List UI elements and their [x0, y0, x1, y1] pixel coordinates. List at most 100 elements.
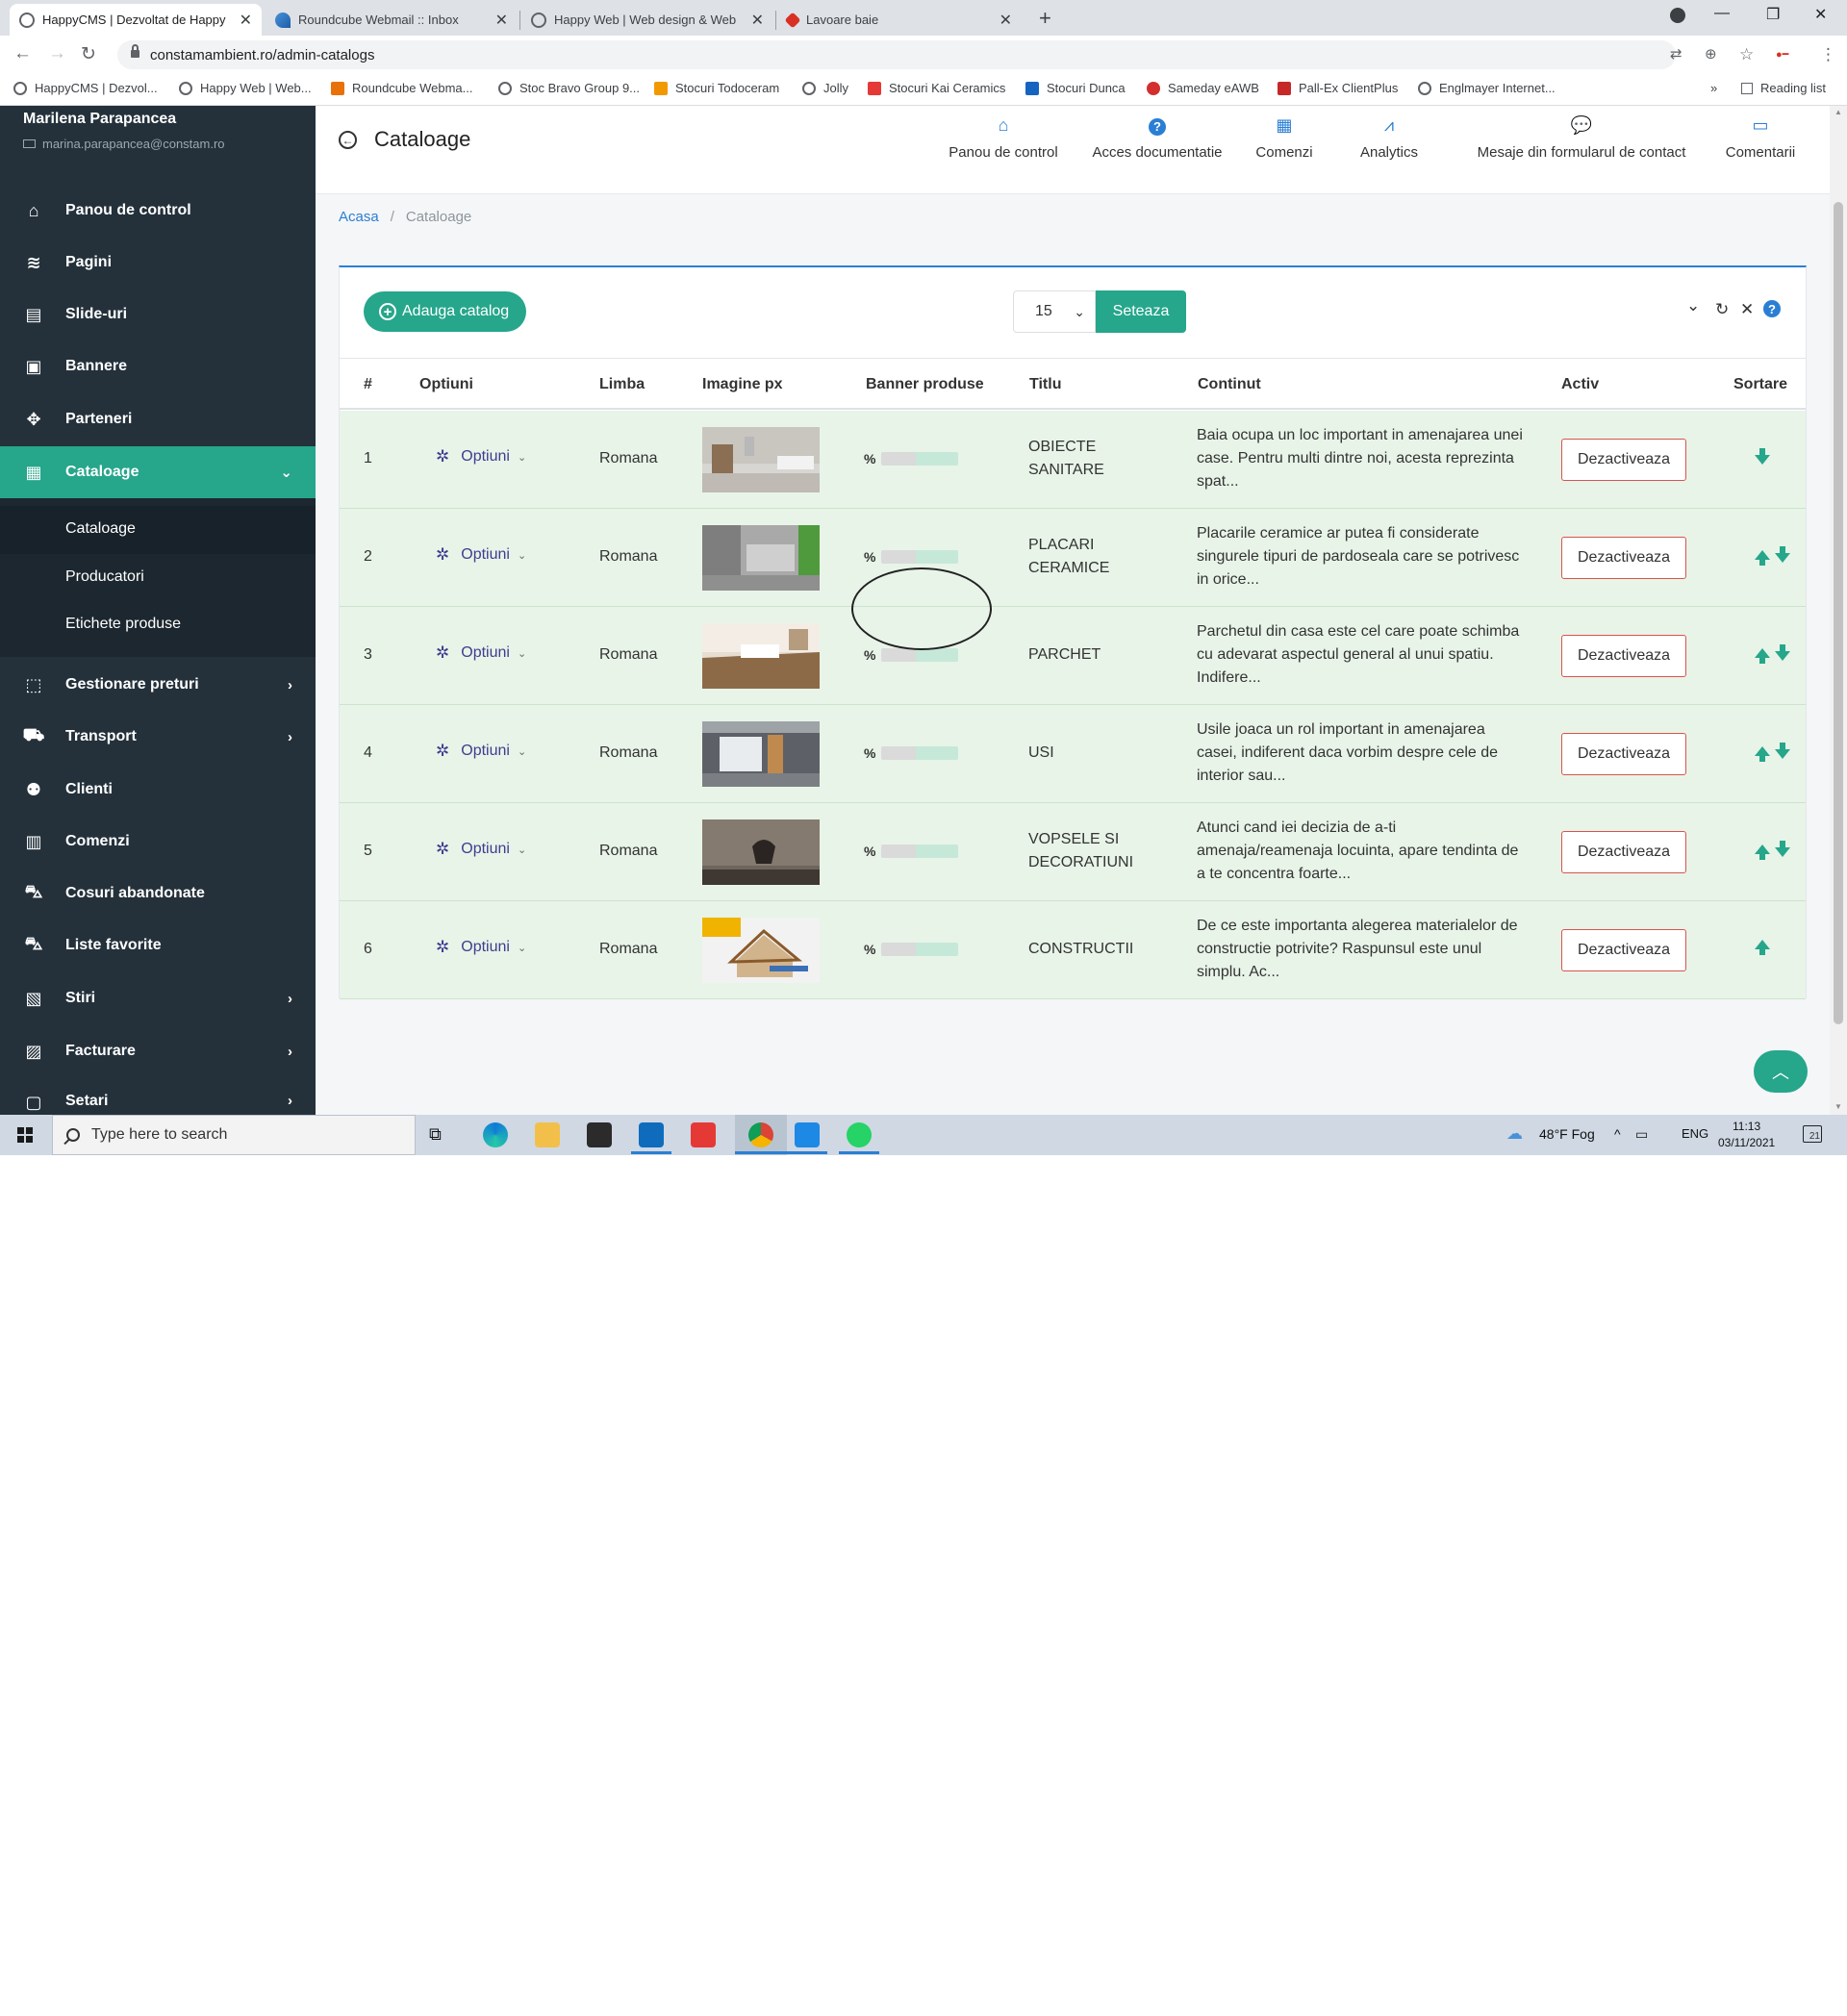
per-page-select[interactable]: 15 ⌄: [1013, 290, 1096, 333]
sort-down-arrow-icon[interactable]: [1755, 448, 1770, 465]
bookmark-item[interactable]: Stocuri Todoceram: [654, 81, 779, 95]
sidebar-item-bannere[interactable]: ▣ Bannere: [0, 340, 316, 392]
bookmark-item[interactable]: Stoc Bravo Group 9...: [498, 81, 640, 95]
close-icon[interactable]: ✕: [1740, 300, 1754, 319]
scroll-up-arrow-icon[interactable]: ▲: [1834, 108, 1842, 116]
more-menu-icon[interactable]: ⋮: [1820, 45, 1836, 64]
options-dropdown[interactable]: ✲ Optiuni ⌄: [436, 545, 526, 565]
quick-link-comenzi[interactable]: ▦ Comenzi: [1251, 115, 1318, 161]
edge-icon[interactable]: [483, 1122, 508, 1147]
weather-text[interactable]: 48°F Fog: [1539, 1126, 1595, 1142]
cloud-weather-icon[interactable]: ☁: [1506, 1124, 1523, 1144]
refresh-icon[interactable]: ↻: [1715, 300, 1729, 319]
bookmark-item[interactable]: Englmayer Internet...: [1418, 81, 1556, 95]
restore-icon[interactable]: ❐: [1766, 5, 1780, 24]
sort-down-arrow-icon[interactable]: [1775, 546, 1790, 563]
submenu-item-producatori[interactable]: Producatori: [65, 568, 144, 586]
forward-icon[interactable]: →: [48, 43, 66, 64]
sidebar-item-liste-favorite[interactable]: ⛍ Liste favorite: [0, 920, 316, 971]
more-bookmarks-button[interactable]: »: [1710, 81, 1717, 95]
sort-down-arrow-icon[interactable]: [1775, 644, 1790, 661]
sidebar-item-slide-uri[interactable]: ▤ Slide-uri: [0, 289, 316, 340]
bookmark-item[interactable]: Jolly: [802, 81, 848, 95]
breadcrumb-home-link[interactable]: Acasa: [339, 209, 379, 225]
sidebar-item-setari[interactable]: ▢ Setari ›: [0, 1077, 316, 1115]
deactivate-button[interactable]: Dezactiveaza: [1561, 439, 1686, 481]
tab-roundcube[interactable]: Roundcube Webmail :: Inbox ✕: [266, 4, 518, 36]
store-icon[interactable]: [587, 1122, 612, 1147]
bookmark-item[interactable]: Stocuri Kai Ceramics: [868, 81, 1005, 95]
sidebar-item-clienti[interactable]: ⚉ Clienti: [0, 764, 316, 816]
scrollbar-thumb[interactable]: [1834, 202, 1843, 1024]
minimize-icon[interactable]: —: [1714, 5, 1730, 22]
tab-lavoare-baie[interactable]: Lavoare baie ✕: [777, 4, 1022, 36]
submenu-item-cataloage[interactable]: Cataloage: [65, 520, 136, 538]
options-dropdown[interactable]: ✲ Optiuni ⌄: [436, 643, 526, 663]
quick-link-acces-documentatie[interactable]: ? Acces documentatie: [1085, 115, 1229, 161]
sort-up-arrow-icon[interactable]: [1755, 648, 1770, 664]
sidebar-item-cataloage[interactable]: ▦ Cataloage ⌄: [0, 446, 316, 498]
back-arrow-icon[interactable]: ←: [339, 131, 357, 149]
options-dropdown[interactable]: ✲ Optiuni ⌄: [436, 840, 526, 859]
deactivate-button[interactable]: Dezactiveaza: [1561, 537, 1686, 579]
options-dropdown[interactable]: ✲ Optiuni ⌄: [436, 447, 526, 466]
help-icon[interactable]: ?: [1763, 300, 1781, 317]
sort-up-arrow-icon[interactable]: [1755, 844, 1770, 860]
collapse-chevron-icon[interactable]: ⌄: [1686, 296, 1700, 315]
quick-link-mesaje[interactable]: 💬 Mesaje din formularul de contact: [1456, 115, 1707, 161]
sidebar-item-gestionare-preturi[interactable]: ⬚ Gestionare preturi ›: [0, 659, 316, 711]
anydesk-icon[interactable]: [691, 1122, 716, 1147]
tray-overflow-icon[interactable]: ^: [1614, 1126, 1621, 1142]
sidebar-item-stiri[interactable]: ▧ Stiri ›: [0, 972, 316, 1024]
outlook-icon[interactable]: [639, 1122, 664, 1147]
taskbar-search[interactable]: Type here to search: [52, 1115, 416, 1155]
close-tab-icon[interactable]: ✕: [495, 11, 508, 30]
options-dropdown[interactable]: ✲ Optiuni ⌄: [436, 938, 526, 957]
zoom-icon[interactable]: ⊕: [1705, 45, 1717, 63]
mail-app-icon[interactable]: [795, 1122, 820, 1147]
file-explorer-icon[interactable]: [535, 1122, 560, 1147]
sort-up-arrow-icon[interactable]: [1755, 746, 1770, 762]
profile-menu-icon[interactable]: [1670, 8, 1685, 23]
sidebar-item-parteneri[interactable]: ✥ Parteneri: [0, 393, 316, 445]
windows-start-icon[interactable]: [17, 1127, 33, 1143]
translate-icon[interactable]: ⇄: [1670, 45, 1683, 63]
submenu-item-etichete-produse[interactable]: Etichete produse: [65, 616, 181, 633]
sidebar-item-facturare[interactable]: ▨ Facturare ›: [0, 1025, 316, 1077]
new-tab-button[interactable]: +: [1039, 6, 1051, 31]
reload-icon[interactable]: ↻: [81, 43, 96, 65]
notification-center-icon[interactable]: 21: [1803, 1125, 1822, 1143]
back-icon[interactable]: ←: [13, 43, 32, 64]
deactivate-button[interactable]: Dezactiveaza: [1561, 733, 1686, 775]
col-titlu[interactable]: Titlu: [1029, 376, 1061, 393]
deactivate-button[interactable]: Dezactiveaza: [1561, 929, 1686, 971]
bookmark-item[interactable]: Stocuri Dunca: [1025, 81, 1126, 95]
sort-up-arrow-icon[interactable]: [1755, 550, 1770, 566]
reading-list-button[interactable]: Reading list: [1741, 81, 1826, 95]
bookmark-item[interactable]: Sameday eAWB: [1147, 81, 1259, 95]
system-clock[interactable]: 11:13 03/11/2021: [1718, 1119, 1775, 1151]
sort-down-arrow-icon[interactable]: [1775, 743, 1790, 759]
sidebar-item-panou-de-control[interactable]: ⌂ Panou de control: [0, 185, 316, 237]
bookmark-star-icon[interactable]: ☆: [1739, 45, 1754, 64]
tab-happycms[interactable]: HappyCMS | Dezvoltat de Happy ✕: [10, 4, 262, 36]
chrome-icon[interactable]: [748, 1122, 773, 1147]
network-icon[interactable]: ▭: [1635, 1126, 1648, 1143]
quick-link-panou-de-control[interactable]: ⌂ Panou de control: [941, 115, 1066, 161]
bookmark-item[interactable]: Happy Web | Web...: [179, 81, 312, 95]
deactivate-button[interactable]: Dezactiveaza: [1561, 635, 1686, 677]
scroll-to-top-button[interactable]: ︿: [1754, 1050, 1808, 1093]
quick-link-analytics[interactable]: ⩘ Analytics: [1351, 115, 1428, 161]
page-scrollbar[interactable]: ▲ ▼: [1830, 106, 1847, 1115]
sort-down-arrow-icon[interactable]: [1775, 841, 1790, 857]
close-tab-icon[interactable]: ✕: [240, 11, 252, 30]
sort-up-arrow-icon[interactable]: [1755, 940, 1770, 955]
tab-happyweb[interactable]: Happy Web | Web design & Web ✕: [521, 4, 773, 36]
close-tab-icon[interactable]: ✕: [751, 11, 764, 30]
sidebar-item-cosuri-abandonate[interactable]: ⛍ Cosuri abandonate: [0, 868, 316, 920]
bookmark-item[interactable]: Roundcube Webma...: [331, 81, 473, 95]
col-number[interactable]: #: [364, 376, 372, 393]
language-indicator[interactable]: ENG: [1682, 1126, 1708, 1141]
set-per-page-button[interactable]: Seteaza: [1096, 290, 1186, 333]
options-dropdown[interactable]: ✲ Optiuni ⌄: [436, 742, 526, 761]
